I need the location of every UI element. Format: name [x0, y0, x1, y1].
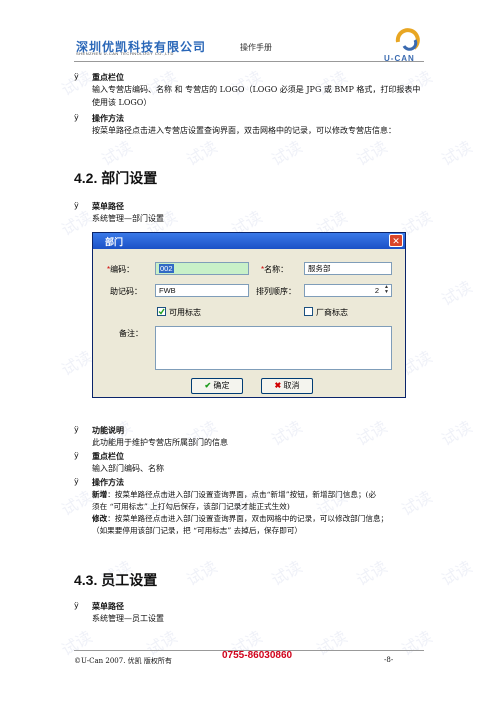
vendor-checkbox[interactable]	[304, 307, 313, 316]
watermark-text: 试读	[58, 67, 96, 100]
doc-title: 操作手册	[240, 43, 272, 52]
watermark-text: 试读	[143, 627, 181, 660]
watermark-text: 试读	[268, 137, 306, 170]
method-edit-cont: （如果要停用该部门记录，把 “可用标志” 去掉后，保存即可）	[92, 526, 303, 535]
order-input[interactable]: 2	[304, 284, 392, 297]
dialog-title-bar: 部门 ✕	[93, 233, 405, 249]
section-title: 4.2. 部门设置	[74, 170, 158, 186]
watermark-text: 试读	[58, 347, 96, 380]
watermark-text: 试读	[268, 417, 306, 450]
copyright: ©U-Can 2007. 优凯 版权所有	[74, 657, 172, 665]
item-text: 输入部门编码、名称	[92, 464, 164, 473]
code-label: *编码：	[107, 265, 135, 274]
remark-label: 备注：	[119, 329, 143, 338]
page-number: -8-	[384, 656, 394, 664]
bullet: ÿ	[74, 201, 79, 210]
item-heading: 重点栏位	[92, 451, 124, 461]
section-title: 4.3. 员工设置	[74, 572, 158, 588]
bullet: ÿ	[74, 72, 79, 81]
watermark-text: 试读	[438, 417, 476, 450]
name-label: *名称：	[261, 265, 289, 274]
watermark-text: 试读	[183, 137, 221, 170]
check-icon	[158, 308, 165, 315]
watermark-text: 试读	[313, 627, 351, 660]
close-button[interactable]: ✕	[389, 234, 403, 247]
cancel-button[interactable]: ✖ 取消	[261, 378, 313, 394]
menu-path: 系统管理—员工设置	[92, 614, 164, 623]
watermark-text: 试读	[438, 557, 476, 590]
watermark-text: 试读	[58, 627, 96, 660]
phone-number: 0755-86030860	[222, 650, 293, 661]
watermark-text: 试读	[438, 137, 476, 170]
menu-path: 系统管理—部门设置	[92, 214, 164, 223]
watermark-text: 试读	[398, 487, 436, 520]
name-input[interactable]: 服务部	[304, 262, 392, 275]
mnemonic-input[interactable]: FWB	[155, 284, 249, 297]
check-icon: ✔	[204, 381, 212, 390]
vendor-label: 厂商标志	[316, 308, 348, 317]
order-label: 排列顺序：	[256, 287, 296, 296]
item-heading: 操作方法	[92, 113, 124, 123]
item-text: 此功能用于维护专营店所属部门的信息	[92, 438, 228, 447]
item-text: 使用该 LOGO）	[92, 98, 152, 107]
watermark-text: 试读	[353, 137, 391, 170]
code-input[interactable]: 002	[155, 262, 249, 275]
item-text: 按菜单路径点击进入专营店设置查询界面，双击网格中的记录，可以修改专营店信息：	[92, 126, 396, 135]
bullet: ÿ	[74, 601, 79, 610]
company-name-en: SHENZHEN U-CAN TECHNOLOGY CO.,LTD	[76, 51, 174, 56]
item-text: 输入专营店编码、名称 和 专营店的 LOGO（LOGO 必须是 JPG 或 BM…	[92, 85, 421, 94]
mnemonic-label: 助记码：	[110, 287, 142, 296]
item-heading: 功能说明	[92, 425, 124, 435]
watermark-text: 试读	[268, 557, 306, 590]
watermark-text: 试读	[353, 557, 391, 590]
watermark-text: 试读	[438, 277, 476, 310]
bullet: ÿ	[74, 425, 79, 434]
department-dialog: 部门 ✕ *编码： 002 *名称： 服务部 助记码： FWB 排列顺序： 2 …	[92, 232, 406, 398]
enabled-label: 可用标志	[169, 308, 201, 317]
order-stepper[interactable]: ▲ ▼	[382, 285, 391, 296]
item-heading: 操作方法	[92, 477, 124, 487]
chevron-down-icon[interactable]: ▼	[384, 289, 389, 295]
menu-heading: 菜单路径	[92, 201, 124, 211]
remark-textarea[interactable]	[155, 326, 392, 370]
item-heading: 重点栏位	[92, 72, 124, 82]
dialog-title: 部门	[105, 237, 124, 247]
bullet: ÿ	[74, 477, 79, 486]
method-add: 新增：按菜单路径点击进入部门设置查询界面，点击“新增”按钮，新增部门信息；(必	[92, 490, 377, 499]
method-edit: 修改：按菜单路径点击进入部门设置查询界面，双击网格中的记录，可以修改部门信息；	[92, 514, 389, 523]
header-rule	[74, 61, 424, 62]
watermark-text: 试读	[183, 557, 221, 590]
close-icon: ✖	[274, 381, 282, 390]
menu-heading: 菜单路径	[92, 601, 124, 611]
watermark-text: 试读	[398, 627, 436, 660]
watermark-text: 试读	[353, 417, 391, 450]
method-add-cont: 须在 “可用标志” 上打勾后保存，该部门记录才能正式生效)	[92, 502, 290, 511]
bullet: ÿ	[74, 113, 79, 122]
bullet: ÿ	[74, 451, 79, 460]
ok-button[interactable]: ✔ 确定	[191, 378, 243, 394]
watermark-text: 试读	[58, 487, 96, 520]
watermark-text: 试读	[98, 137, 136, 170]
enabled-checkbox[interactable]	[157, 307, 166, 316]
